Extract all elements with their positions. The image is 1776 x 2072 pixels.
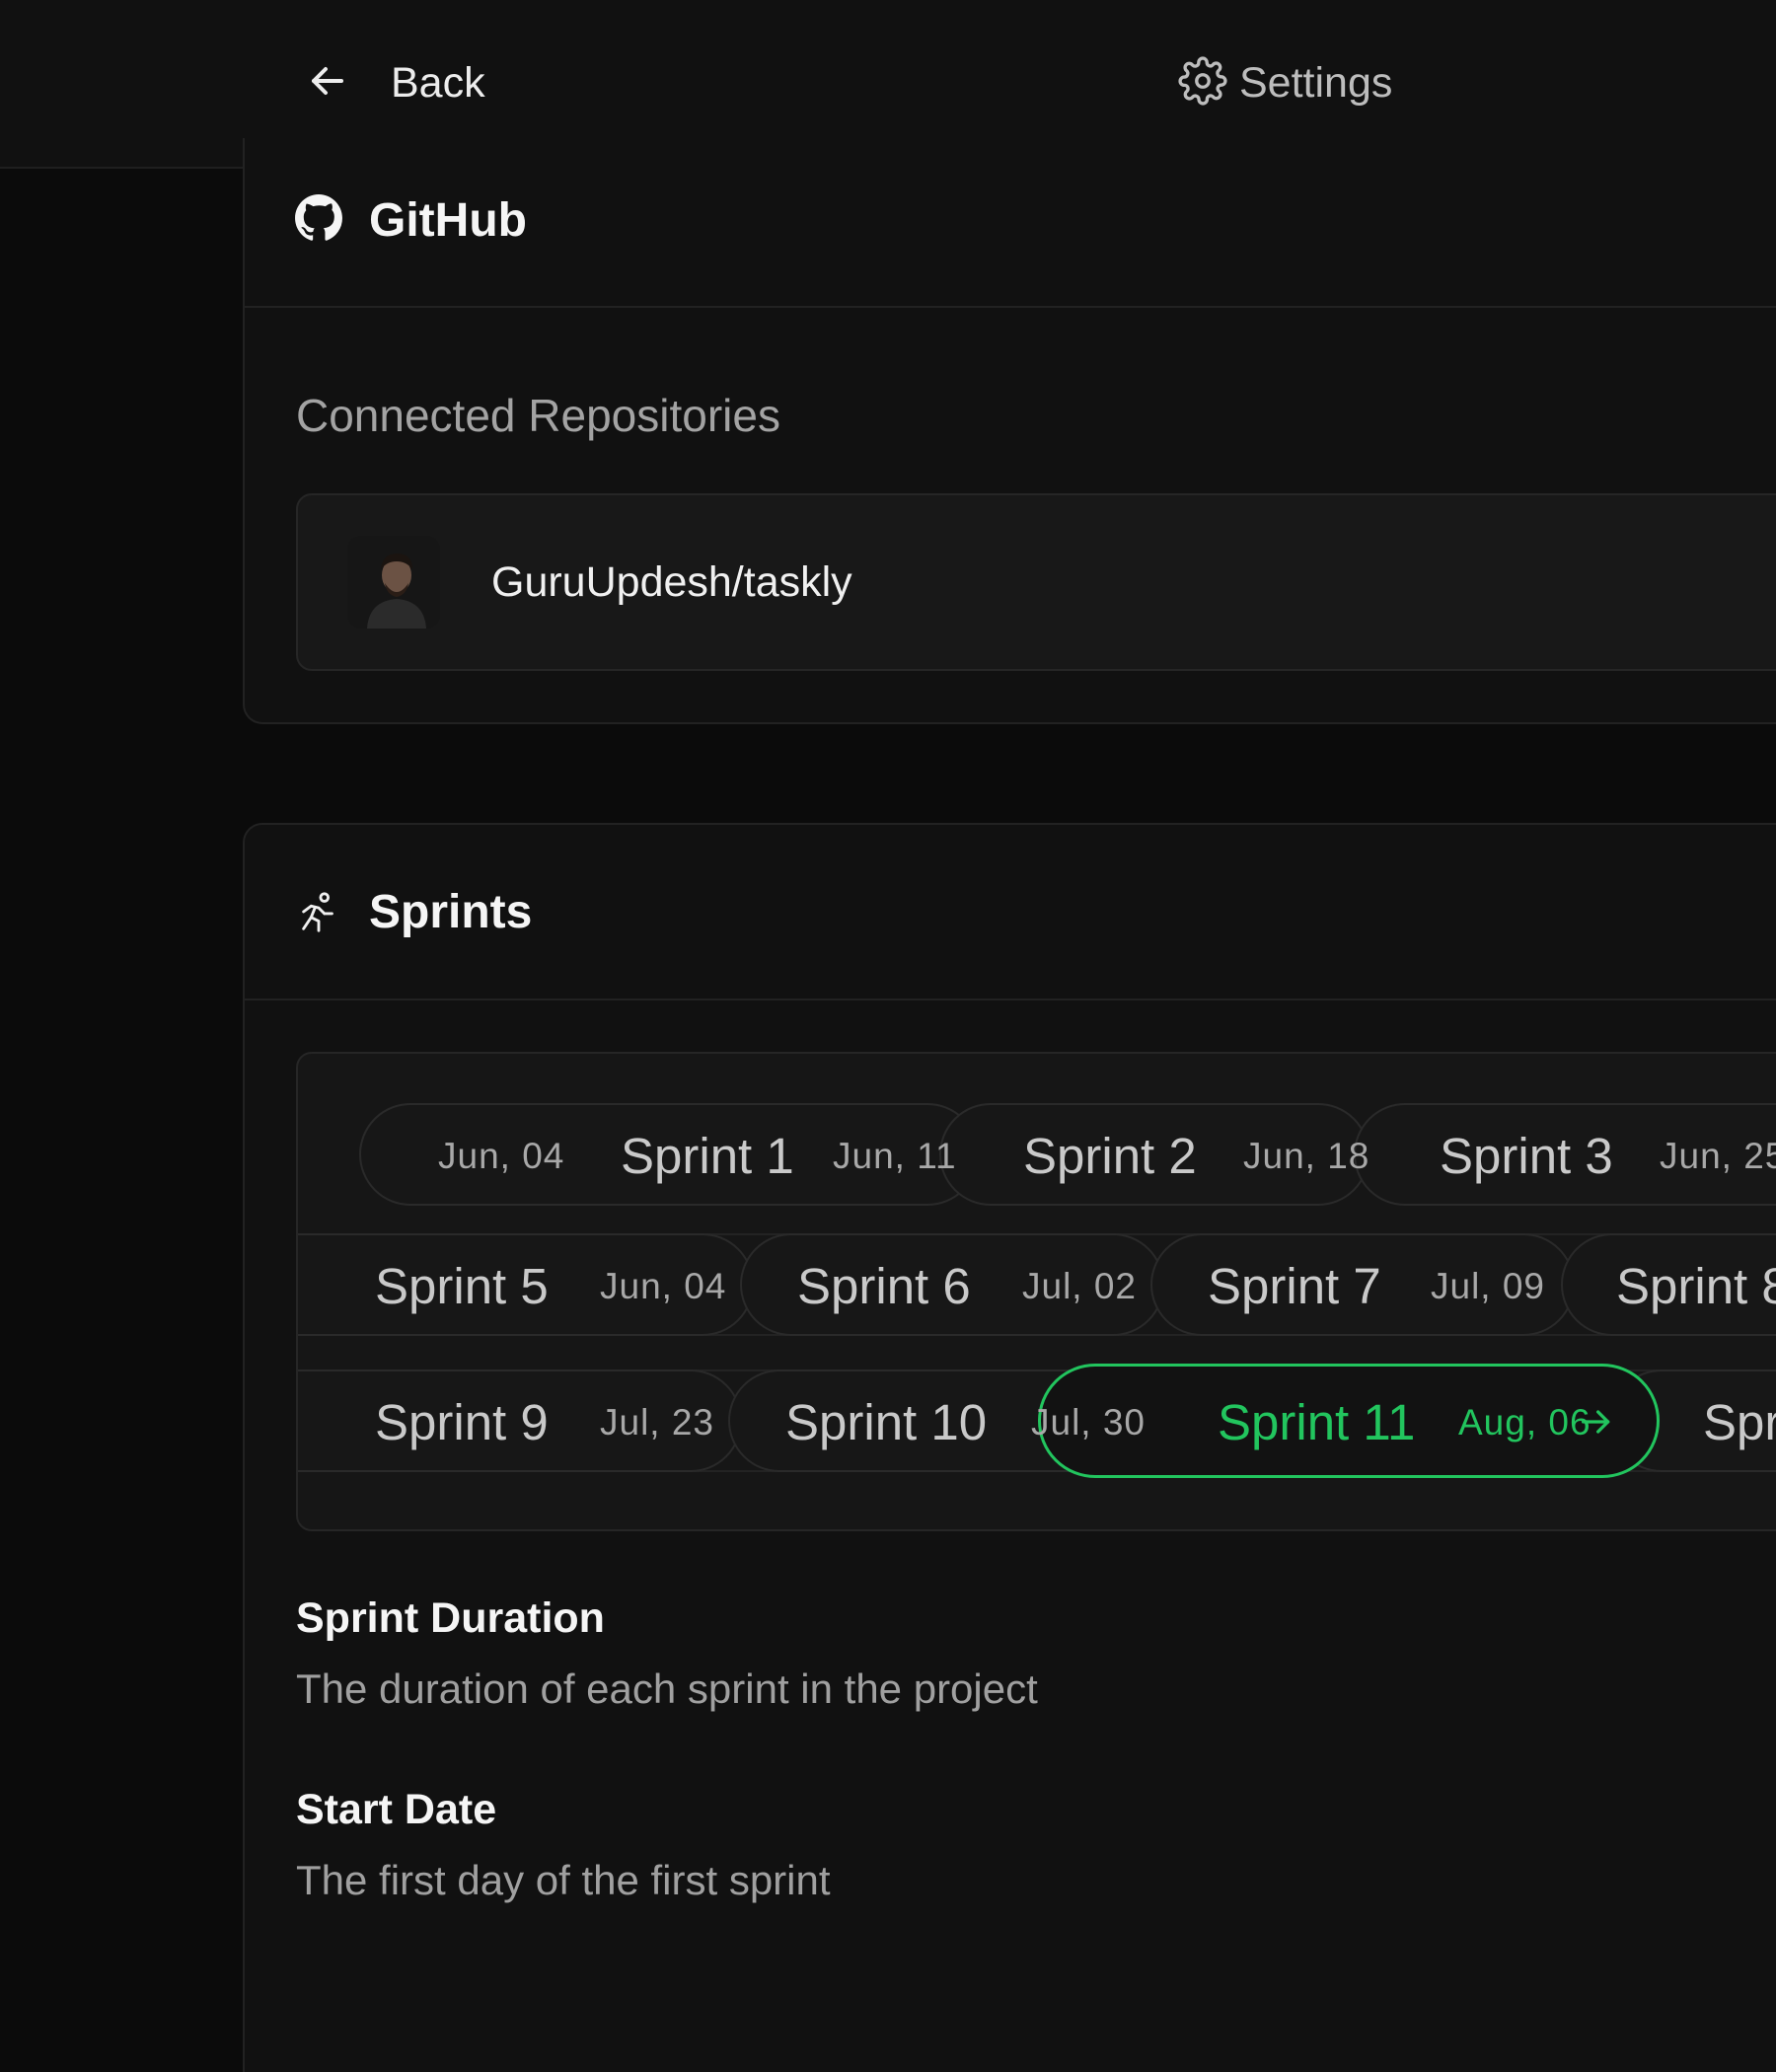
- active-sprint-date: Aug, 06: [1458, 1402, 1591, 1443]
- arrow-left-icon: [304, 57, 351, 110]
- page: Back Settings GitHub Connected Repositor…: [0, 0, 1776, 2072]
- sprint-name: Sprint 2: [1023, 1128, 1197, 1184]
- sprint-date: Jul, 23: [600, 1402, 715, 1443]
- sprint-date: Jul, 09: [1431, 1266, 1546, 1306]
- gear-icon: [1178, 55, 1227, 111]
- sprint-duration-title: Sprint Duration: [296, 1594, 605, 1642]
- sprint-name: Sprint 10: [785, 1394, 988, 1450]
- sprints-card: Sprints Jun, 04 Sprint 1 Jun, 11 Sprint …: [243, 823, 1776, 2072]
- running-person-icon: [294, 887, 343, 936]
- sprint-name: Spr: [1703, 1394, 1776, 1450]
- start-date-description: The first day of the first sprint: [296, 1857, 831, 1903]
- settings-button[interactable]: Settings: [1178, 55, 1392, 111]
- arrow-right-icon: [1577, 1402, 1616, 1442]
- sprint-name: Sprint 7: [1208, 1258, 1381, 1314]
- sprint-name: Sprint 8: [1616, 1258, 1776, 1314]
- sprint-date: Jul, 30: [1031, 1402, 1147, 1443]
- sprint-start-date: Jun, 04: [438, 1136, 565, 1176]
- sprint-name: Sprint 1: [621, 1128, 794, 1184]
- sprint-name: Sprint 3: [1440, 1128, 1613, 1184]
- avatar: [347, 536, 440, 629]
- sprint-timeline: Jun, 04 Sprint 1 Jun, 11 Sprint 2 Jun, 1…: [296, 1052, 1776, 1531]
- sprint-date: Jun, 18: [1243, 1136, 1370, 1176]
- sprint-name: Sprint 5: [375, 1258, 549, 1314]
- repository-row[interactable]: GuruUpdesh/taskly: [296, 493, 1776, 671]
- sprint-date: Jul, 02: [1022, 1266, 1138, 1306]
- repository-name[interactable]: GuruUpdesh/taskly: [491, 558, 852, 607]
- sprint-date: Jun, 11: [833, 1136, 957, 1176]
- sprint-date: Jun, 04: [600, 1266, 727, 1306]
- github-title: GitHub: [369, 194, 527, 247]
- start-date-title: Start Date: [296, 1786, 497, 1833]
- connected-repositories-label: Connected Repositories: [296, 390, 780, 441]
- sprints-card-header: Sprints: [245, 825, 1776, 1000]
- sprints-title: Sprints: [369, 885, 533, 938]
- sprint-name: Sprint 6: [797, 1258, 971, 1314]
- sprint-name: Sprint 9: [375, 1394, 549, 1450]
- github-card: GitHub Connected Repositories GuruUpdesh…: [243, 138, 1776, 724]
- back-label: Back: [391, 58, 485, 107]
- sprint-duration-description: The duration of each sprint in the proje…: [296, 1665, 1038, 1712]
- active-sprint-name: Sprint 11: [1218, 1394, 1416, 1450]
- sprint-date: Jun, 25: [1660, 1136, 1776, 1176]
- back-button[interactable]: Back: [304, 55, 485, 111]
- github-card-header: GitHub: [245, 138, 1776, 308]
- github-icon: [294, 193, 343, 243]
- settings-label: Settings: [1239, 58, 1393, 107]
